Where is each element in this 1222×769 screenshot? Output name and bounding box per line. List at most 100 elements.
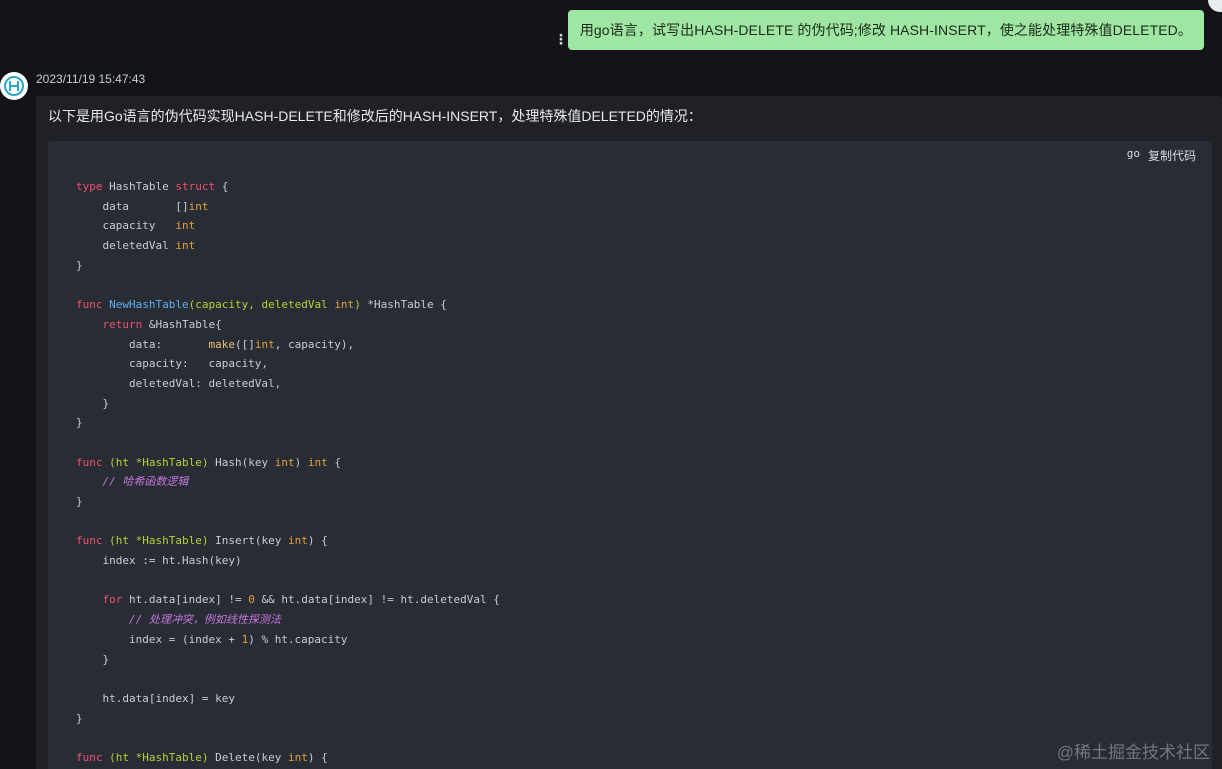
code-line: } xyxy=(76,709,500,729)
code-line: } xyxy=(76,394,500,414)
code-line: data []int xyxy=(76,197,500,217)
code-token: (ht *HashTable) xyxy=(102,455,209,469)
bot-intro-text: 以下是用Go语言的伪代码实现HASH-DELETE和修改后的HASH-INSER… xyxy=(48,108,702,124)
code-token: int xyxy=(287,750,308,764)
code-token: ) { xyxy=(307,750,328,764)
code-line: } xyxy=(76,492,500,512)
code-token: func xyxy=(76,455,103,469)
code-line: // 处理冲突，例如线性探测法 xyxy=(76,610,500,630)
code-token: ) { xyxy=(307,534,328,548)
code-token: struct xyxy=(175,180,216,193)
code-token: HashTable xyxy=(102,180,176,193)
code-line: type HashTable struct { xyxy=(76,177,500,197)
code-token: && ht.data[index] != ht.deletedVal { xyxy=(254,593,500,607)
code-token: int xyxy=(334,298,355,312)
code-token: } xyxy=(76,495,83,508)
code-token: // 哈希函数逻辑 xyxy=(102,475,189,489)
code-token: *HashTable { xyxy=(360,298,447,312)
bot-logo-icon xyxy=(4,76,24,96)
code-token: func xyxy=(76,298,103,312)
code-line: deletedVal: deletedVal, xyxy=(76,374,500,394)
code-token: } xyxy=(76,416,83,430)
message-timestamp: 2023/11/19 15:47:43 xyxy=(36,72,146,86)
code-token: capacity: capacity, xyxy=(76,357,269,371)
code-token: Insert(key xyxy=(208,534,288,548)
code-token: { xyxy=(215,180,229,193)
code-token: 0 xyxy=(248,593,255,607)
code-line: return &HashTable{ xyxy=(76,315,500,335)
code-language-label: go xyxy=(1126,147,1140,160)
code-token: index = (index + xyxy=(76,632,242,646)
code-token: Delete(key xyxy=(208,750,288,764)
code-line: capacity int xyxy=(76,216,500,236)
code-token: (ht *HashTable) xyxy=(102,750,209,764)
code-token: data: xyxy=(76,337,209,351)
code-line: } xyxy=(76,413,500,433)
user-avatar[interactable] xyxy=(1208,0,1222,12)
code-token: ht.data[index] != xyxy=(122,593,249,607)
code-line: deletedVal int xyxy=(76,236,500,256)
code-token: int xyxy=(254,337,275,351)
code-token: return xyxy=(102,317,143,331)
code-token: int xyxy=(274,455,295,469)
copy-code-button[interactable]: 复制代码 xyxy=(1148,147,1196,164)
code-token: int xyxy=(175,239,196,253)
code-token: index := ht.Hash(key) xyxy=(76,554,242,568)
code-token: , capacity), xyxy=(274,337,355,351)
code-token: } xyxy=(76,652,110,666)
code-token: } xyxy=(76,396,110,410)
code-token: { xyxy=(327,455,341,469)
code-token: make xyxy=(208,337,235,351)
code-token: int xyxy=(287,534,308,548)
code-token: } xyxy=(76,258,83,272)
code-header: go 复制代码 xyxy=(1127,147,1196,164)
code-token: } xyxy=(76,711,83,725)
code-token: deletedVal xyxy=(76,239,176,253)
code-token: deletedVal: deletedVal, xyxy=(76,376,282,390)
code-line: func (ht *HashTable) Delete(key int) { xyxy=(76,748,500,768)
code-line: // 哈希函数逻辑 xyxy=(76,472,500,492)
code-token: capacity xyxy=(76,219,176,233)
code-content: type HashTable struct { data []int capac… xyxy=(76,177,500,768)
code-token: int xyxy=(175,219,196,233)
user-message-row: ⋮ 用go语言，试写出HASH-DELETE 的伪代码;修改 HASH-INSE… xyxy=(554,10,1204,50)
code-line: func (ht *HashTable) Insert(key int) { xyxy=(76,531,500,551)
code-token: ) xyxy=(354,298,361,312)
code-token: (capacity, deletedVal xyxy=(188,298,335,312)
more-options-icon[interactable]: ⋮ xyxy=(554,13,568,47)
code-token: ) % ht.capacity xyxy=(248,632,348,646)
code-token: &HashTable{ xyxy=(142,317,222,331)
code-line: index := ht.Hash(key) xyxy=(76,551,500,571)
code-token: type xyxy=(76,180,103,193)
user-message-bubble: 用go语言，试写出HASH-DELETE 的伪代码;修改 HASH-INSERT… xyxy=(567,10,1204,50)
bot-avatar xyxy=(0,72,28,100)
chat-window: ⋮ 用go语言，试写出HASH-DELETE 的伪代码;修改 HASH-INSE… xyxy=(0,0,1222,769)
code-token: ht.data[index] = key xyxy=(76,691,235,705)
code-token: ([] xyxy=(234,337,255,351)
code-token: NewHashTable xyxy=(109,298,189,312)
code-token: int xyxy=(188,199,209,213)
code-block: go 复制代码 type HashTable struct { data []i… xyxy=(48,141,1212,769)
code-token: (ht *HashTable) xyxy=(102,534,209,548)
code-token: func xyxy=(76,534,103,548)
code-line: index = (index + 1) % ht.capacity xyxy=(76,630,500,650)
code-line: func NewHashTable(capacity, deletedVal i… xyxy=(76,295,500,315)
code-token: // 处理冲突，例如线性探测法 xyxy=(128,613,281,627)
code-line: ht.data[index] = key xyxy=(76,689,500,709)
code-token: ) xyxy=(294,455,308,469)
code-line: for ht.data[index] != 0 && ht.data[index… xyxy=(76,590,500,610)
code-token: func xyxy=(76,750,103,764)
code-line: } xyxy=(76,650,500,670)
bot-message: 以下是用Go语言的伪代码实现HASH-DELETE和修改后的HASH-INSER… xyxy=(36,96,1222,769)
watermark: @稀土掘金技术社区 xyxy=(1056,743,1210,762)
code-token: Hash(key xyxy=(208,455,275,469)
code-line: capacity: capacity, xyxy=(76,354,500,374)
